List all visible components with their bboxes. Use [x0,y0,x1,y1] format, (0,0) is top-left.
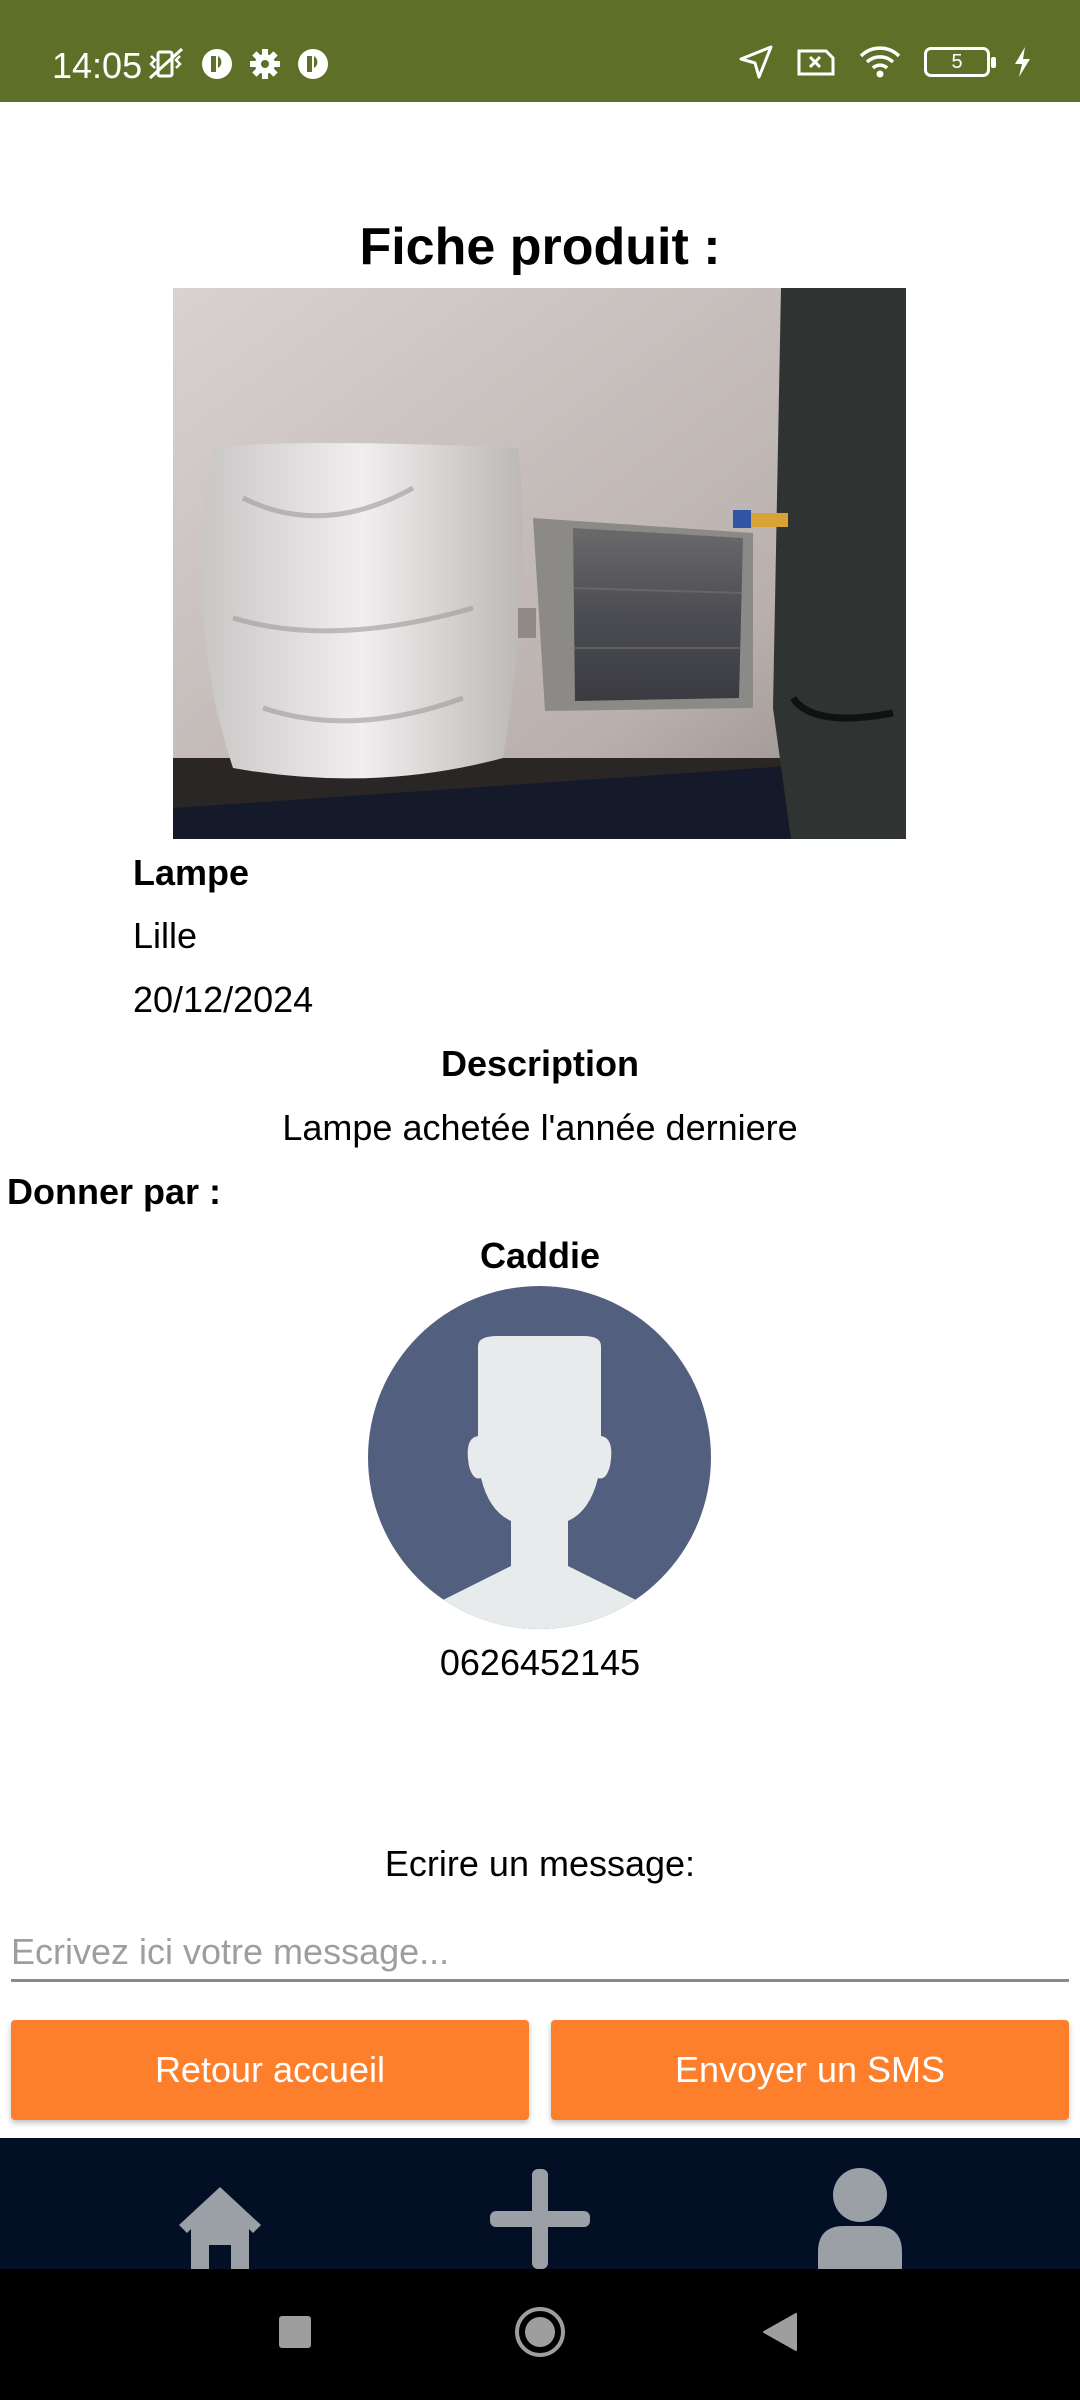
description-text: Lampe achetée l'année derniere [282,1107,798,1148]
donor-name: Caddie [479,1235,601,1276]
product-city: Lille [133,915,198,956]
charging-bolt-icon [1012,46,1032,78]
profile-icon [818,2168,902,2269]
message-label: Ecrire un message: [384,1843,696,1884]
app-notification-icon [200,47,234,81]
home-circle-icon [514,2306,566,2363]
tab-add[interactable] [440,2138,640,2269]
status-icons-right: 5 [738,44,1032,80]
sim-x-icon [796,46,836,78]
product-image [173,288,906,839]
back-home-button[interactable]: Retour accueil [11,2020,529,2120]
donor-avatar [368,1286,711,1629]
send-sms-button[interactable]: Envoyer un SMS [551,2020,1069,2120]
app-notification-icon [296,47,330,81]
product-date: 20/12/2024 [133,979,314,1020]
add-icon [490,2169,590,2269]
system-nav-bar [0,2269,1080,2400]
status-bar: 14:05 5 [0,0,1080,102]
status-icons-left [146,46,330,82]
location-arrow-icon [738,44,774,80]
recents-square-icon [278,2315,312,2354]
tab-profile[interactable] [760,2138,960,2269]
home-icon [177,2185,263,2269]
recents-button[interactable] [235,2269,355,2400]
message-input[interactable] [11,1924,1069,1982]
system-home-button[interactable] [480,2269,600,2400]
tab-home[interactable] [120,2138,320,2269]
status-time: 14:05 [52,45,143,86]
system-back-button[interactable] [720,2269,840,2400]
page-title: Fiche produit : [359,218,721,276]
battery-icon: 5 [924,47,996,77]
donor-phone: 0626452145 [439,1642,641,1683]
wifi-icon [858,45,902,79]
donor-label: Donner par : [7,1171,222,1212]
vibrate-off-icon [146,46,186,82]
product-name: Lampe [133,852,250,893]
settings-gear-icon [248,47,282,81]
back-triangle-icon [762,2313,798,2356]
bottom-tab-bar [0,2138,1080,2269]
description-title: Description [440,1043,640,1084]
